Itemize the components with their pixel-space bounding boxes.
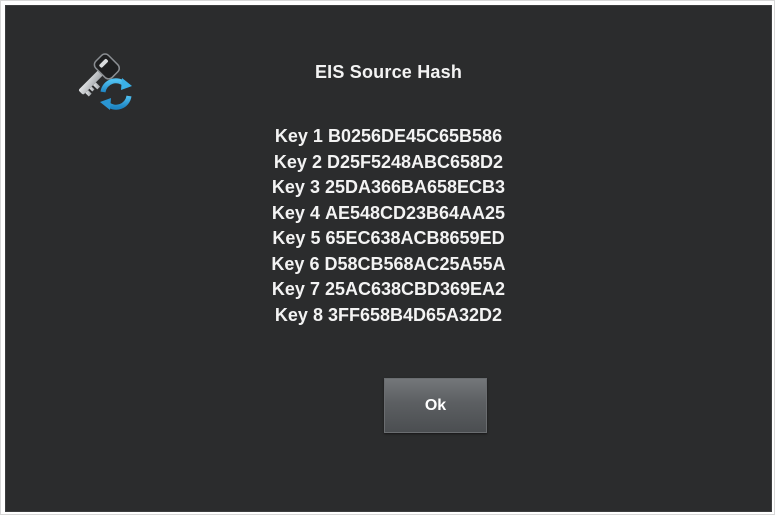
key-hash-row: Key 1 B0256DE45C65B586 (6, 124, 771, 150)
key-label: Key 1 (274, 126, 323, 146)
key-value: 3FF658B4D65A32D2 (327, 304, 503, 325)
key-hash-row: Key 6 D58CB568AC25A55A (6, 252, 771, 278)
key-value: B0256DE45C65B586 (327, 126, 503, 146)
key-label: Key 5 (272, 228, 321, 248)
key-value: 25AC638CBD369EA2 (324, 279, 506, 299)
key-value: D25F5248ABC658D2 (326, 151, 504, 172)
key-label: Key 4 (271, 202, 320, 223)
key-hash-row: Key 3 25DA366BA658ECB3 (6, 175, 771, 201)
key-label: Key 6 (271, 253, 320, 274)
key-value: 25DA366BA658ECB3 (324, 177, 506, 197)
key-value: D58CB568AC25A55A (324, 253, 506, 274)
key-label: Key 8 (274, 304, 323, 325)
key-hash-row: Key 2 D25F5248ABC658D2 (6, 150, 771, 176)
dialog-title: EIS Source Hash (314, 62, 463, 82)
key-hash-list: Key 1 B0256DE45C65B586 Key 2 D25F5248ABC65… (6, 124, 771, 328)
key-value: 65EC638ACB8659ED (325, 228, 505, 248)
ok-button[interactable]: Ok (384, 378, 487, 433)
eis-source-hash-dialog: EIS Source Hash Key 1 B0256DE45C65B586 Ke… (5, 5, 772, 512)
key-label: Key 7 (271, 279, 320, 299)
key-hash-row: Key 4 AE548CD23B64AA25 (6, 201, 771, 227)
key-hash-row: Key 5 65EC638ACB8659ED (6, 226, 771, 252)
key-value: AE548CD23B64AA25 (324, 202, 506, 223)
key-label: Key 2 (273, 151, 322, 172)
key-hash-row: Key 8 3FF658B4D65A32D2 (6, 303, 771, 329)
screen-frame: EIS Source Hash Key 1 B0256DE45C65B586 Ke… (0, 0, 775, 515)
key-label: Key 3 (271, 177, 320, 197)
key-hash-row: Key 7 25AC638CBD369EA2 (6, 277, 771, 303)
